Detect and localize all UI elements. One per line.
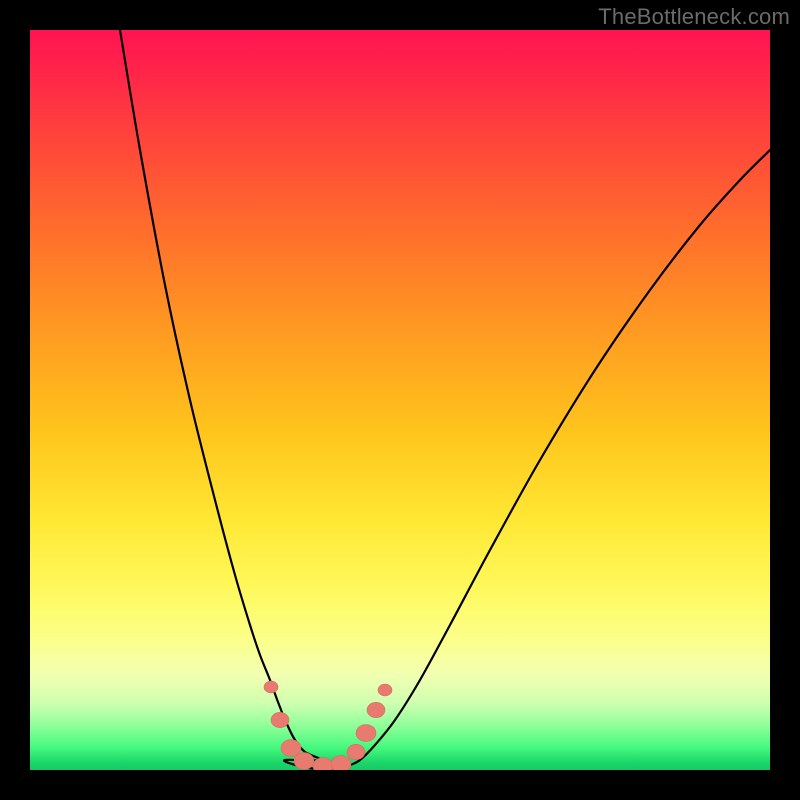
valley-markers-group — [264, 681, 392, 770]
valley-marker — [378, 684, 392, 696]
valley-marker — [264, 681, 278, 693]
plot-area — [30, 30, 770, 770]
valley-marker — [367, 702, 385, 717]
valley-marker — [294, 753, 314, 770]
chart-frame: TheBottleneck.com — [0, 0, 800, 800]
valley-marker — [271, 712, 289, 727]
curve-svg — [30, 30, 770, 770]
watermark-text: TheBottleneck.com — [598, 4, 790, 30]
valley-marker — [347, 744, 365, 759]
bottleneck-curve-path — [120, 30, 770, 769]
curve-group — [120, 30, 770, 769]
valley-marker — [356, 725, 376, 742]
valley-marker — [331, 756, 351, 771]
